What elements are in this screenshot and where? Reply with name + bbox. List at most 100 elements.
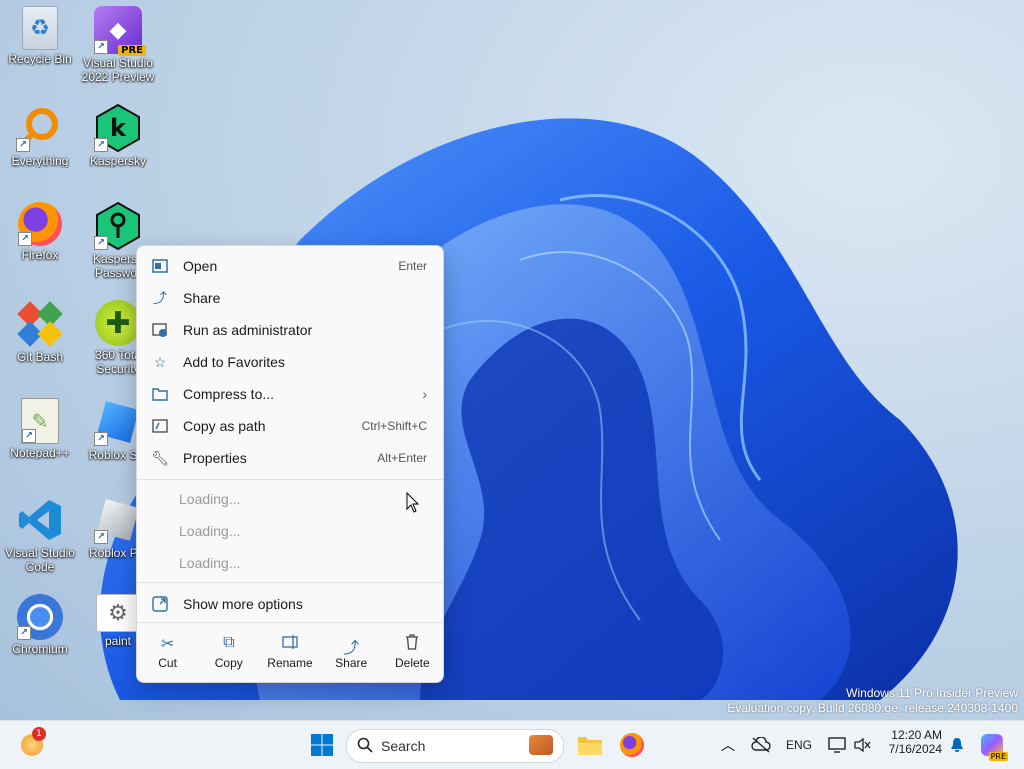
evaluation-watermark: Windows 11 Pro Insider Preview Evaluatio… — [727, 686, 1018, 716]
action-bar: ✂ Cut ⧉ Copy Rename ⤴ Share Delete — [137, 626, 443, 678]
cut-button[interactable]: ✂ Cut — [140, 626, 196, 678]
menu-separator — [137, 582, 443, 583]
folder-icon — [578, 737, 602, 755]
network-status-button[interactable] — [748, 729, 774, 761]
search-placeholder: Search — [381, 738, 426, 754]
desktop-icon-label: Firefox — [21, 248, 59, 262]
menu-item-compress-to[interactable]: Compress to... › — [143, 379, 437, 409]
menu-item-show-more-options[interactable]: Show more options — [143, 589, 437, 619]
open-icon — [151, 257, 169, 275]
menu-item-label: Add to Favorites — [183, 354, 285, 370]
menu-item-shortcut: Ctrl+Shift+C — [361, 419, 427, 433]
shortcut-arrow-icon: ↗ — [94, 530, 108, 544]
watermark-line2: Evaluation copy. Build 26080.ge_release.… — [727, 701, 1018, 715]
desktop-icon-label: Visual Studio — [5, 546, 75, 560]
firefox-taskbar-button[interactable] — [616, 729, 648, 761]
desktop-icon-label: Notepad++ — [10, 446, 70, 460]
roblox-player-icon: ↗ — [94, 496, 142, 544]
visual-studio-icon: ◆ PRE ↗ — [94, 6, 146, 56]
copy-button[interactable]: ⧉ Copy — [201, 626, 257, 678]
desktop-icon-everything[interactable]: ↗ Everything — [0, 104, 80, 168]
menu-separator — [137, 622, 443, 623]
kaspersky-icon: k ↗ — [94, 104, 142, 152]
monitor-icon — [828, 737, 846, 753]
shortcut-arrow-icon: ↗ — [94, 236, 108, 250]
start-button[interactable] — [306, 729, 338, 761]
desktop-icon-label: Git Bash — [16, 350, 64, 364]
desktop-icon-label: Visual Studio — [83, 56, 153, 70]
action-label: Delete — [395, 656, 430, 670]
menu-item-open[interactable]: Open Enter — [143, 251, 437, 281]
action-label: Share — [335, 656, 368, 670]
clock[interactable]: 12:20 AM 7/16/2024 — [880, 728, 942, 756]
speaker-status-button[interactable] — [850, 729, 874, 761]
chromium-icon: ↗ — [17, 594, 63, 640]
search-highlight-icon — [529, 735, 553, 755]
menu-item-loading: Loading... — [143, 516, 437, 546]
chevron-right-icon: › — [422, 386, 427, 402]
desktop-icon-label: Recycle Bin — [8, 52, 72, 66]
action-label: Cut — [158, 656, 177, 670]
notifications-button[interactable] — [946, 729, 968, 761]
shortcut-arrow-icon: ↗ — [22, 429, 36, 443]
vscode-icon — [16, 496, 64, 544]
git-bash-icon — [16, 300, 64, 348]
copilot-button[interactable]: PRE — [978, 729, 1008, 761]
desktop-icon-recycle-bin[interactable]: ♻ Recycle Bin — [0, 6, 80, 66]
action-label: Copy — [214, 656, 243, 670]
menu-item-label: Copy as path — [183, 418, 266, 434]
menu-item-loading: Loading... — [143, 548, 437, 578]
wrench-icon: 🔧︎ — [151, 449, 169, 466]
speaker-muted-icon — [854, 737, 871, 753]
menu-item-label: Open — [183, 258, 218, 274]
desktop-icon-label: Everything — [11, 154, 69, 168]
rename-button[interactable]: Rename — [262, 626, 318, 678]
zip-icon — [151, 385, 169, 403]
gear-icon: ⚙ — [96, 594, 140, 632]
share-button[interactable]: ⤴ Share — [323, 626, 379, 678]
delete-button[interactable]: Delete — [384, 626, 440, 678]
display-status-button[interactable] — [824, 729, 850, 761]
roblox-studio-icon: ↗ — [94, 398, 142, 446]
desktop-icon-visual-studio-code[interactable]: Visual Studio Code — [0, 496, 80, 574]
clock-date: 7/16/2024 — [888, 742, 942, 756]
language-indicator[interactable]: ENG — [782, 729, 816, 761]
menu-item-properties[interactable]: 🔧︎ Properties Alt+Enter — [143, 443, 437, 473]
menu-item-shortcut: Alt+Enter — [377, 451, 427, 465]
plus-shield-icon: ✚ — [95, 300, 141, 346]
search-icon — [357, 737, 373, 756]
weather-widget[interactable]: 1 — [14, 727, 50, 761]
desktop-icon-visual-studio-2022-preview[interactable]: ◆ PRE ↗ Visual Studio 2022 Preview — [78, 6, 158, 84]
menu-item-copy-as-path[interactable]: Copy as path Ctrl+Shift+C — [143, 411, 437, 441]
desktop-icon-git-bash[interactable]: Git Bash — [0, 300, 80, 364]
firefox-icon — [620, 733, 644, 757]
desktop-icon-label-line2: 2022 Preview — [81, 70, 155, 84]
desktop-icon-chromium[interactable]: ↗ Chromium — [0, 594, 80, 656]
desktop-icon-notepad-plus-plus[interactable]: ✎ ↗ Notepad++ — [0, 398, 80, 460]
magnifier-icon: ↗ — [16, 104, 64, 152]
desktop-icon-kaspersky[interactable]: k ↗ Kaspersky — [78, 104, 158, 168]
context-menu: Open Enter ⤴ Share Run as administrator … — [136, 245, 444, 683]
desktop-icon-label-line2: Code — [25, 560, 55, 574]
shortcut-arrow-icon: ↗ — [16, 138, 30, 152]
key-icon: ↗ — [94, 202, 142, 250]
menu-item-run-as-administrator[interactable]: Run as administrator — [143, 315, 437, 345]
shortcut-arrow-icon: ↗ — [94, 138, 108, 152]
taskbar-search-box[interactable]: Search — [346, 729, 564, 763]
path-icon — [151, 417, 169, 435]
shortcut-arrow-icon: ↗ — [94, 432, 108, 446]
menu-item-add-to-favorites[interactable]: ☆ Add to Favorites — [143, 347, 437, 377]
menu-item-share[interactable]: ⤴ Share — [143, 283, 437, 313]
show-hidden-icons-button[interactable]: ︿ — [716, 729, 740, 761]
copy-icon: ⧉ — [223, 634, 235, 651]
scissors-icon: ✂ — [160, 636, 175, 653]
desktop-icon-firefox[interactable]: ↗ Firefox — [0, 202, 80, 262]
bell-icon — [951, 738, 963, 752]
pre-badge: PRE — [118, 45, 146, 56]
notification-badge: 1 — [32, 727, 46, 741]
share-icon: ⤴ — [153, 290, 167, 306]
shortcut-arrow-icon: ↗ — [17, 626, 31, 640]
menu-item-loading: Loading... — [143, 484, 437, 514]
notepad-icon: ✎ ↗ — [21, 398, 59, 444]
file-explorer-button[interactable] — [574, 729, 606, 761]
